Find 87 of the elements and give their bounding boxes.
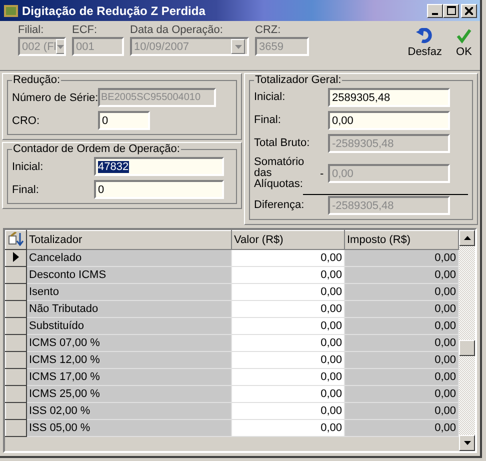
input-field[interactable]: 47832 — [94, 157, 224, 176]
table-cell: 0,00 — [344, 368, 458, 386]
table-cell: 0,00 — [344, 318, 458, 334]
table-cell: 0,00 — [232, 386, 344, 402]
ok-button[interactable]: OK — [452, 28, 476, 58]
field-label: Inicial: — [12, 160, 44, 172]
table-cell: ISS 02,00 % — [26, 402, 232, 420]
field-label: Inicial: — [254, 92, 286, 103]
table-cell: ISS 05,00 % — [26, 420, 232, 436]
row-indicator[interactable] — [6, 334, 26, 352]
table-cell: 0,00 — [344, 250, 458, 266]
table-cell: 0,00 — [344, 334, 458, 352]
table-cell: 0,00 — [232, 284, 344, 300]
table-cell: 0,00 — [232, 402, 344, 420]
table-cell: 0,00 — [232, 334, 344, 352]
minus-sign: - — [320, 168, 324, 180]
group-title: Contador de Ordem de Operação: — [12, 143, 181, 155]
minimize-button[interactable] — [427, 4, 443, 18]
field-label: Final: — [254, 115, 282, 126]
column-header[interactable]: Totalizador — [26, 230, 232, 250]
table-cell: ICMS 07,00 % — [26, 334, 232, 352]
table-cell: Desconto ICMS — [26, 266, 232, 284]
checkmark-icon — [456, 28, 472, 44]
minimize-icon — [432, 12, 438, 14]
column-settings-icon[interactable] — [6, 230, 26, 250]
maximize-icon — [446, 6, 456, 15]
row-indicator[interactable] — [6, 250, 26, 266]
input-field[interactable]: 0,00 — [328, 111, 450, 130]
undo-arrow-icon — [416, 28, 434, 44]
window-title: Digitação de Redução Z Perdida — [22, 4, 206, 18]
table-cell: Cancelado — [26, 250, 232, 266]
table-cell: 0,00 — [344, 300, 458, 318]
table-cell: 0,00 — [232, 250, 344, 266]
field-label: Somatório das Alíquotas: — [254, 157, 306, 190]
table-cell: 0,00 — [232, 368, 344, 386]
row-indicator[interactable] — [6, 300, 26, 318]
table-cell: Substituído — [26, 318, 232, 334]
scroll-thumb[interactable] — [459, 340, 475, 356]
vertical-scrollbar[interactable] — [459, 230, 475, 451]
field-label: CRO: — [12, 114, 40, 126]
field-label: Total Bruto: — [254, 138, 311, 149]
field-label: Filial: — [18, 24, 45, 36]
column-header[interactable]: Imposto (R$) — [344, 230, 458, 250]
up-arrow-icon — [464, 236, 470, 240]
column-header[interactable]: Valor (R$) — [232, 230, 344, 250]
row-indicator[interactable] — [6, 386, 26, 402]
table-cell: 0,00 — [344, 284, 458, 300]
input-field[interactable]: 0 — [94, 180, 224, 199]
undo-button[interactable]: Desfaz — [404, 28, 446, 58]
row-indicator[interactable] — [6, 420, 26, 436]
table-cell: 0,00 — [344, 402, 458, 420]
table-cell: Isento — [26, 284, 232, 300]
field-label: Diferença: — [254, 200, 306, 211]
scroll-down-button[interactable] — [459, 435, 475, 451]
table-cell: ICMS 17,00 % — [26, 368, 232, 386]
app-icon — [3, 2, 19, 18]
table-cell: ICMS 25,00 % — [26, 386, 232, 402]
close-icon — [465, 6, 473, 14]
table-cell: 0,00 — [344, 352, 458, 368]
row-indicator[interactable] — [6, 352, 26, 368]
table-cell: 0,00 — [344, 420, 458, 436]
table-cell: ICMS 12,00 % — [26, 352, 232, 368]
table-cell: 0,00 — [344, 266, 458, 284]
table-cell: 0,00 — [344, 386, 458, 402]
table-cell: 0,00 — [232, 266, 344, 284]
scroll-up-button[interactable] — [459, 230, 475, 246]
input-field[interactable]: 2589305,48 — [328, 88, 450, 107]
table-cell: 0,00 — [232, 420, 344, 436]
maximize-button[interactable] — [443, 4, 459, 18]
row-indicator[interactable] — [6, 402, 26, 420]
row-indicator[interactable] — [6, 266, 26, 284]
table-cell: Não Tributado — [26, 300, 232, 318]
close-button[interactable] — [461, 4, 477, 18]
group-title: Totalizador Geral: — [254, 74, 342, 86]
field-label: ECF: — [72, 24, 98, 36]
table-cell: 0,00 — [232, 300, 344, 318]
down-arrow-icon — [464, 441, 470, 445]
input-field[interactable]: 0 — [98, 111, 150, 130]
row-indicator[interactable] — [6, 284, 26, 300]
group-title: Redução: — [12, 74, 62, 86]
table-cell: 0,00 — [232, 318, 344, 334]
field-label: Final: — [12, 184, 40, 196]
field-label: CRZ: — [255, 24, 282, 36]
field-label: Data da Operação: — [130, 24, 224, 36]
row-indicator[interactable] — [6, 318, 26, 334]
row-indicator[interactable] — [6, 368, 26, 386]
table-cell: 0,00 — [232, 352, 344, 368]
